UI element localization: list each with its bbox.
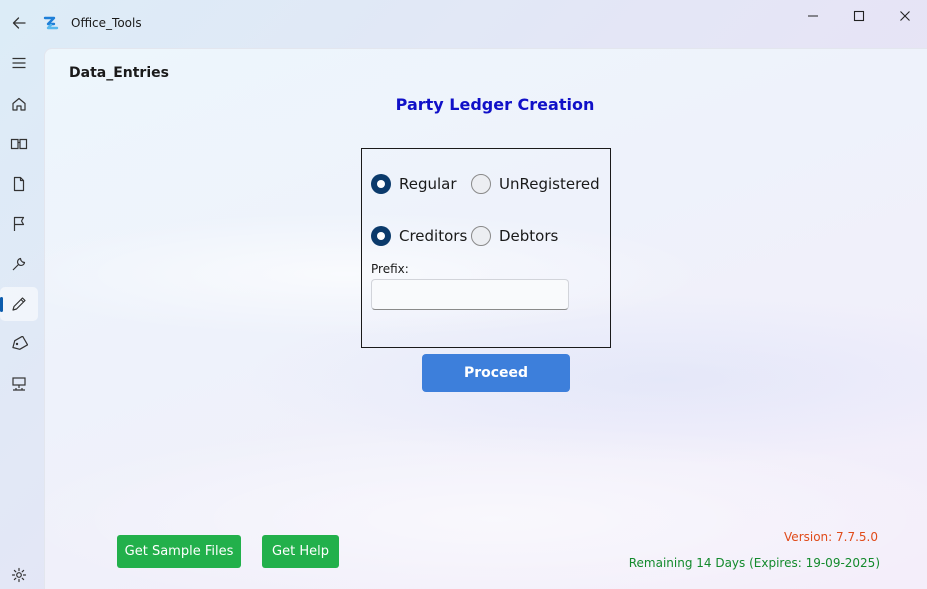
radio-unregistered-label: UnRegistered <box>499 175 600 193</box>
prefix-label: Prefix: <box>371 262 409 276</box>
radio-regular-label: Regular <box>399 175 457 193</box>
wrench-icon <box>12 257 26 271</box>
hamburger-menu-icon <box>12 57 26 69</box>
prefix-input[interactable] <box>371 279 569 310</box>
nav-item-data-entries[interactable] <box>0 287 38 321</box>
radio-debtors-label: Debtors <box>499 227 559 245</box>
nav-item-network[interactable] <box>0 367 38 401</box>
flag-icon <box>13 216 25 231</box>
page-header: Data_Entries <box>69 65 169 81</box>
book-icon <box>10 138 28 150</box>
minimize-button[interactable] <box>790 2 836 30</box>
version-label: Version: 7.7.5.0 <box>784 530 878 544</box>
minimize-icon <box>808 15 818 17</box>
close-icon <box>900 11 910 21</box>
back-arrow-icon <box>12 17 26 29</box>
radio-creditors-label: Creditors <box>399 227 468 245</box>
radio-debtors-indicator <box>471 226 491 246</box>
radio-regular[interactable]: Regular <box>371 174 457 194</box>
radio-creditors-indicator <box>371 226 391 246</box>
network-icon <box>12 377 26 391</box>
active-indicator <box>0 297 3 312</box>
close-button[interactable] <box>882 2 927 30</box>
nav-item-home[interactable] <box>0 87 38 121</box>
maximize-button[interactable] <box>836 2 882 30</box>
form-title: Party Ledger Creation <box>395 95 595 114</box>
get-help-button[interactable]: Get Help <box>262 535 339 568</box>
nav-item-tags[interactable] <box>0 327 38 361</box>
radio-creditors[interactable]: Creditors <box>371 226 467 246</box>
nav-item-flags[interactable] <box>0 207 38 241</box>
back-button[interactable] <box>8 12 30 34</box>
radio-unregistered[interactable]: UnRegistered <box>471 174 600 194</box>
document-icon <box>13 176 25 192</box>
settings-gear-icon <box>11 567 27 583</box>
app-title: Office_Tools <box>71 16 142 30</box>
main-content: Data_Entries Party Ledger Creation Regul… <box>44 48 927 589</box>
nav-menu-toggle[interactable] <box>0 46 38 80</box>
navigation-rail <box>0 46 42 589</box>
radio-unregistered-indicator <box>471 174 491 194</box>
nav-item-library[interactable] <box>0 127 38 161</box>
pencil-icon <box>12 297 26 311</box>
radio-regular-indicator <box>371 174 391 194</box>
maximize-icon <box>853 10 865 22</box>
title-bar: Office_Tools <box>0 0 927 46</box>
get-sample-files-button[interactable]: Get Sample Files <box>117 535 241 568</box>
home-icon <box>12 97 26 111</box>
nav-item-tools[interactable] <box>0 247 38 281</box>
nav-item-documents[interactable] <box>0 167 38 201</box>
app-logo-icon <box>43 16 59 30</box>
ledger-form-box: Regular UnRegistered Creditors Debtors P… <box>361 148 611 348</box>
radio-debtors[interactable]: Debtors <box>471 226 558 246</box>
remaining-days-label: Remaining 14 Days (Expires: 19-09-2025) <box>628 556 880 570</box>
tag-icon <box>12 336 28 350</box>
nav-item-settings[interactable] <box>0 558 38 589</box>
proceed-button[interactable]: Proceed <box>422 354 570 392</box>
